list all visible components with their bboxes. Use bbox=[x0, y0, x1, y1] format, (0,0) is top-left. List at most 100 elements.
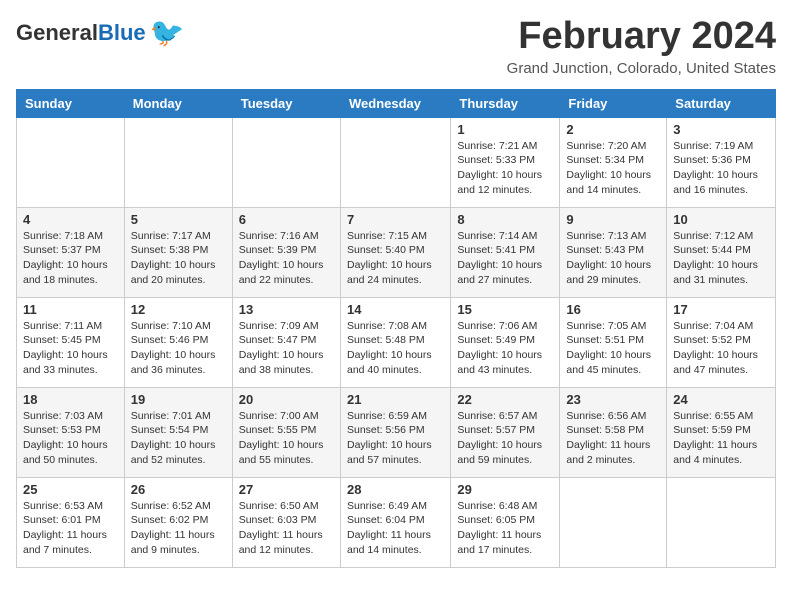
day-info: Sunrise: 7:03 AM Sunset: 5:53 PM Dayligh… bbox=[23, 409, 118, 468]
table-row: 21 Sunrise: 6:59 AM Sunset: 5:56 PM Dayli… bbox=[340, 387, 450, 477]
day-number: 23 bbox=[566, 392, 660, 407]
table-row: 15 Sunrise: 7:06 AM Sunset: 5:49 PM Dayli… bbox=[451, 297, 560, 387]
day-number: 9 bbox=[566, 212, 660, 227]
day-number: 2 bbox=[566, 122, 660, 137]
table-row: 22 Sunrise: 6:57 AM Sunset: 5:57 PM Dayli… bbox=[451, 387, 560, 477]
table-row: 25Sunrise: 6:53 AM Sunset: 6:01 PM Dayli… bbox=[17, 477, 125, 567]
table-row: 10Sunrise: 7:12 AM Sunset: 5:44 PM Dayli… bbox=[667, 207, 776, 297]
day-number: 12 bbox=[131, 302, 226, 317]
day-info: Sunrise: 7:01 AM Sunset: 5:54 PM Dayligh… bbox=[131, 409, 226, 468]
table-row: 9 Sunrise: 7:13 AM Sunset: 5:43 PM Daylig… bbox=[560, 207, 667, 297]
day-number: 26 bbox=[131, 482, 226, 497]
day-info: Sunrise: 6:57 AM Sunset: 5:57 PM Dayligh… bbox=[457, 409, 553, 468]
day-info: Sunrise: 7:10 AM Sunset: 5:46 PM Dayligh… bbox=[131, 319, 226, 378]
day-info: Sunrise: 6:53 AM Sunset: 6:01 PM Dayligh… bbox=[23, 499, 118, 558]
table-row: 20Sunrise: 7:00 AM Sunset: 5:55 PM Dayli… bbox=[232, 387, 340, 477]
table-row: 28 Sunrise: 6:49 AM Sunset: 6:04 PM Dayli… bbox=[340, 477, 450, 567]
day-number: 19 bbox=[131, 392, 226, 407]
table-row: 19 Sunrise: 7:01 AM Sunset: 5:54 PM Dayli… bbox=[124, 387, 232, 477]
table-row: 24 Sunrise: 6:55 AM Sunset: 5:59 PM Dayli… bbox=[667, 387, 776, 477]
table-row: 6 Sunrise: 7:16 AM Sunset: 5:39 PM Daylig… bbox=[232, 207, 340, 297]
day-number: 22 bbox=[457, 392, 553, 407]
table-row: 2 Sunrise: 7:20 AM Sunset: 5:34 PM Daylig… bbox=[560, 117, 667, 207]
day-info: Sunrise: 7:11 AM Sunset: 5:45 PM Dayligh… bbox=[23, 319, 118, 378]
table-row: 12 Sunrise: 7:10 AM Sunset: 5:46 PM Dayli… bbox=[124, 297, 232, 387]
day-info: Sunrise: 7:12 AM Sunset: 5:44 PM Dayligh… bbox=[673, 229, 769, 288]
day-info: Sunrise: 7:08 AM Sunset: 5:48 PM Dayligh… bbox=[347, 319, 444, 378]
day-number: 24 bbox=[673, 392, 769, 407]
day-number: 27 bbox=[239, 482, 334, 497]
day-number: 28 bbox=[347, 482, 444, 497]
location-subtitle: Grand Junction, Colorado, United States bbox=[507, 60, 776, 77]
calendar-week-row: 11Sunrise: 7:11 AM Sunset: 5:45 PM Dayli… bbox=[17, 297, 776, 387]
table-row: 26 Sunrise: 6:52 AM Sunset: 6:02 PM Dayli… bbox=[124, 477, 232, 567]
day-info: Sunrise: 6:48 AM Sunset: 6:05 PM Dayligh… bbox=[457, 499, 553, 558]
header-tuesday: Tuesday bbox=[232, 89, 340, 117]
logo-blue: Blue bbox=[98, 20, 146, 45]
table-row bbox=[340, 117, 450, 207]
day-info: Sunrise: 6:52 AM Sunset: 6:02 PM Dayligh… bbox=[131, 499, 226, 558]
table-row: 27Sunrise: 6:50 AM Sunset: 6:03 PM Dayli… bbox=[232, 477, 340, 567]
table-row: 7 Sunrise: 7:15 AM Sunset: 5:40 PM Daylig… bbox=[340, 207, 450, 297]
day-number: 21 bbox=[347, 392, 444, 407]
table-row: 23 Sunrise: 6:56 AM Sunset: 5:58 PM Dayli… bbox=[560, 387, 667, 477]
day-info: Sunrise: 7:15 AM Sunset: 5:40 PM Dayligh… bbox=[347, 229, 444, 288]
day-number: 1 bbox=[457, 122, 553, 137]
day-info: Sunrise: 7:17 AM Sunset: 5:38 PM Dayligh… bbox=[131, 229, 226, 288]
day-number: 13 bbox=[239, 302, 334, 317]
table-row: 4 Sunrise: 7:18 AM Sunset: 5:37 PM Daylig… bbox=[17, 207, 125, 297]
day-info: Sunrise: 7:06 AM Sunset: 5:49 PM Dayligh… bbox=[457, 319, 553, 378]
logo-bird-icon: 🐦 bbox=[150, 16, 185, 49]
day-info: Sunrise: 7:18 AM Sunset: 5:37 PM Dayligh… bbox=[23, 229, 118, 288]
day-number: 29 bbox=[457, 482, 553, 497]
table-row bbox=[124, 117, 232, 207]
day-info: Sunrise: 6:59 AM Sunset: 5:56 PM Dayligh… bbox=[347, 409, 444, 468]
day-info: Sunrise: 7:09 AM Sunset: 5:47 PM Dayligh… bbox=[239, 319, 334, 378]
calendar-header-row: Sunday Monday Tuesday Wednesday Thursday… bbox=[17, 89, 776, 117]
header-thursday: Thursday bbox=[451, 89, 560, 117]
day-number: 8 bbox=[457, 212, 553, 227]
calendar-week-row: 1 Sunrise: 7:21 AM Sunset: 5:33 PM Daylig… bbox=[17, 117, 776, 207]
day-number: 5 bbox=[131, 212, 226, 227]
table-row bbox=[667, 477, 776, 567]
calendar-week-row: 4 Sunrise: 7:18 AM Sunset: 5:37 PM Daylig… bbox=[17, 207, 776, 297]
logo-general: General bbox=[16, 20, 98, 45]
day-info: Sunrise: 6:55 AM Sunset: 5:59 PM Dayligh… bbox=[673, 409, 769, 468]
day-number: 16 bbox=[566, 302, 660, 317]
logo-text: GeneralBlue bbox=[16, 22, 146, 44]
day-number: 14 bbox=[347, 302, 444, 317]
header-saturday: Saturday bbox=[667, 89, 776, 117]
day-number: 18 bbox=[23, 392, 118, 407]
day-info: Sunrise: 7:20 AM Sunset: 5:34 PM Dayligh… bbox=[566, 139, 660, 198]
logo: GeneralBlue 🐦 bbox=[16, 16, 185, 49]
day-info: Sunrise: 7:05 AM Sunset: 5:51 PM Dayligh… bbox=[566, 319, 660, 378]
table-row: 29 Sunrise: 6:48 AM Sunset: 6:05 PM Dayli… bbox=[451, 477, 560, 567]
page-header: GeneralBlue 🐦 February 2024 Grand Juncti… bbox=[16, 16, 776, 77]
day-number: 4 bbox=[23, 212, 118, 227]
table-row: 11Sunrise: 7:11 AM Sunset: 5:45 PM Dayli… bbox=[17, 297, 125, 387]
table-row bbox=[560, 477, 667, 567]
day-number: 7 bbox=[347, 212, 444, 227]
day-info: Sunrise: 6:49 AM Sunset: 6:04 PM Dayligh… bbox=[347, 499, 444, 558]
day-info: Sunrise: 7:04 AM Sunset: 5:52 PM Dayligh… bbox=[673, 319, 769, 378]
day-info: Sunrise: 7:16 AM Sunset: 5:39 PM Dayligh… bbox=[239, 229, 334, 288]
day-number: 6 bbox=[239, 212, 334, 227]
day-info: Sunrise: 7:13 AM Sunset: 5:43 PM Dayligh… bbox=[566, 229, 660, 288]
header-wednesday: Wednesday bbox=[340, 89, 450, 117]
table-row: 5 Sunrise: 7:17 AM Sunset: 5:38 PM Daylig… bbox=[124, 207, 232, 297]
table-row: 8 Sunrise: 7:14 AM Sunset: 5:41 PM Daylig… bbox=[451, 207, 560, 297]
header-friday: Friday bbox=[560, 89, 667, 117]
day-info: Sunrise: 7:19 AM Sunset: 5:36 PM Dayligh… bbox=[673, 139, 769, 198]
day-info: Sunrise: 7:21 AM Sunset: 5:33 PM Dayligh… bbox=[457, 139, 553, 198]
day-number: 20 bbox=[239, 392, 334, 407]
day-info: Sunrise: 7:14 AM Sunset: 5:41 PM Dayligh… bbox=[457, 229, 553, 288]
day-info: Sunrise: 6:56 AM Sunset: 5:58 PM Dayligh… bbox=[566, 409, 660, 468]
table-row bbox=[232, 117, 340, 207]
month-year-title: February 2024 bbox=[507, 16, 776, 58]
day-number: 17 bbox=[673, 302, 769, 317]
table-row: 16 Sunrise: 7:05 AM Sunset: 5:51 PM Dayli… bbox=[560, 297, 667, 387]
table-row: 13 Sunrise: 7:09 AM Sunset: 5:47 PM Dayli… bbox=[232, 297, 340, 387]
calendar-week-row: 25Sunrise: 6:53 AM Sunset: 6:01 PM Dayli… bbox=[17, 477, 776, 567]
title-section: February 2024 Grand Junction, Colorado, … bbox=[507, 16, 776, 77]
day-number: 15 bbox=[457, 302, 553, 317]
